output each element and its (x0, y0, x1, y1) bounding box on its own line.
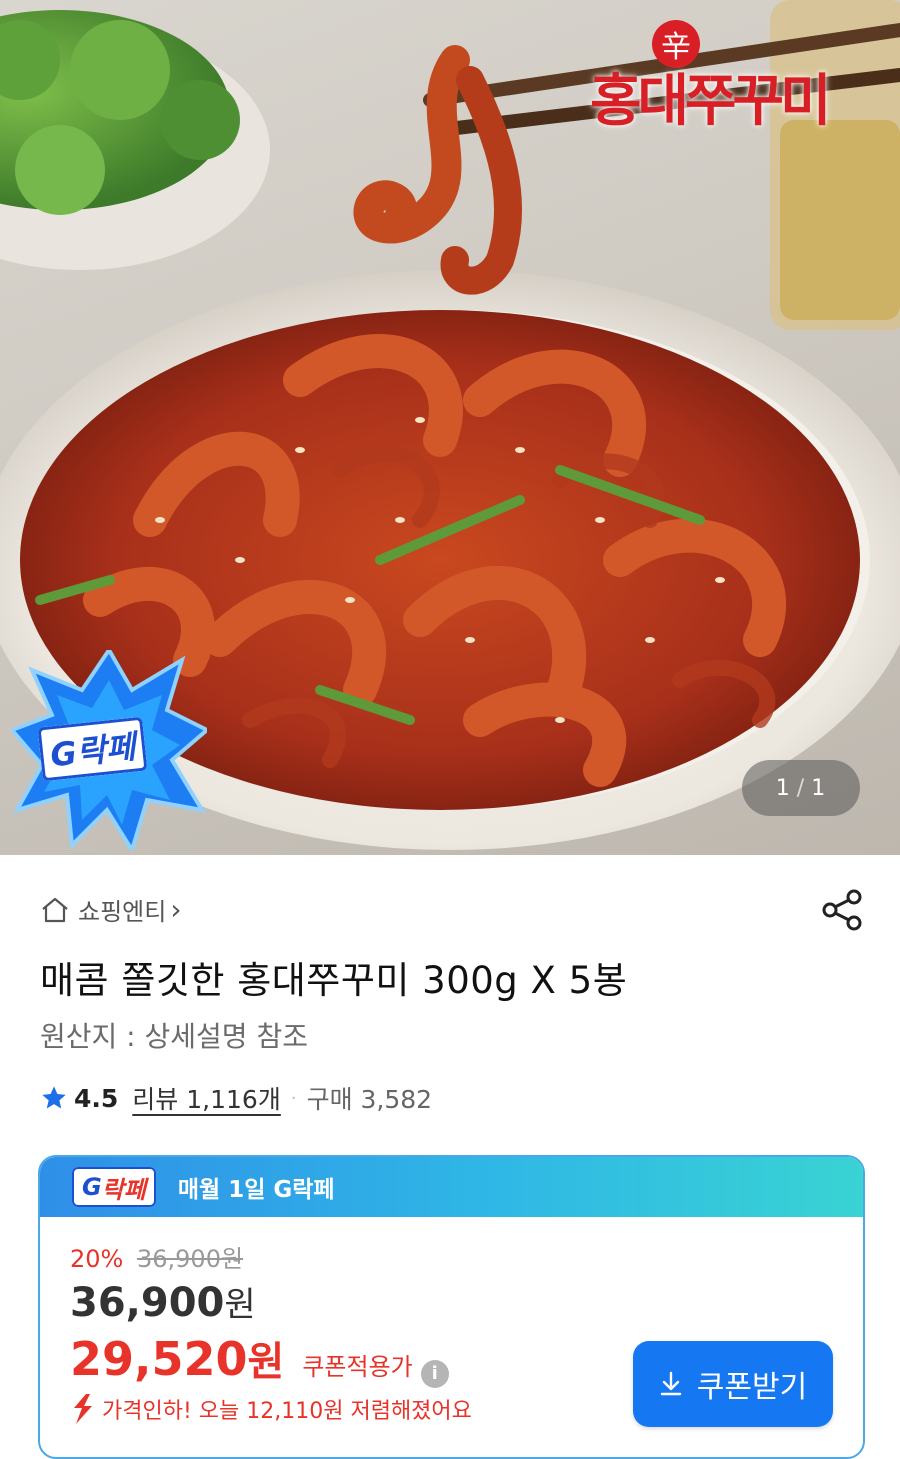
strike-price: 36,900원 (136, 1245, 244, 1273)
original-price-row: 20% 36,900원 (70, 1239, 243, 1274)
counter-total: 1 (811, 775, 827, 801)
coupon-price-label: 쿠폰적용가 (302, 1353, 413, 1381)
review-link[interactable]: 리뷰 1,116개 (132, 1080, 281, 1116)
brand-logo-text: 홍대쭈꾸미 (590, 68, 832, 134)
download-icon (660, 1371, 681, 1396)
home-icon (42, 897, 68, 922)
get-coupon-button[interactable]: 쿠폰받기 (633, 1341, 833, 1427)
chevron-right-icon: › (170, 893, 182, 926)
product-origin: 원산지 : 상세설명 참조 (40, 1020, 308, 1053)
share-icon[interactable] (820, 888, 864, 932)
promo-header-text: 매월 1일 G락페 (177, 1177, 335, 1203)
counter-current: 1 (775, 775, 791, 801)
rating-row: 4.5 리뷰 1,116개 · 구매 3,582 (40, 1080, 432, 1116)
sale-price-unit: 원 (224, 1285, 256, 1325)
counter-separator: / (796, 775, 806, 801)
star-icon (42, 1086, 66, 1109)
promo-sticker-text: G락페 (37, 716, 148, 782)
badge-g: G (82, 1173, 102, 1201)
sale-price-number: 36,900 (70, 1280, 225, 1326)
g-rockfe-badge: G 락페 (72, 1167, 156, 1207)
promo-sticker: G락페 (12, 650, 207, 850)
sale-price: 36,900원 (70, 1277, 256, 1326)
rating-score: 4.5 (74, 1083, 119, 1113)
coupon-price-number: 29,520 (70, 1332, 248, 1386)
image-counter: 1 / 1 (742, 760, 860, 816)
promo-price-card: G 락페 매월 1일 G락페 20% 36,900원 36,900원 29,520… (38, 1155, 865, 1459)
separator-dot: · (290, 1087, 297, 1109)
badge-rest: 락페 (101, 1175, 146, 1204)
shop-link[interactable]: 쇼핑엔티 › (40, 892, 182, 927)
product-image[interactable]: 辛 홍대쭈꾸미 G락페 1 / 1 (0, 0, 900, 855)
info-icon[interactable]: i (420, 1359, 449, 1388)
promo-card-header: G 락페 매월 1일 G락페 (40, 1157, 863, 1217)
shop-name: 쇼핑엔티 (78, 898, 167, 926)
discount-percent: 20% (70, 1245, 124, 1273)
coupon-price-unit: 원 (247, 1339, 285, 1385)
get-coupon-label: 쿠폰받기 (696, 1370, 808, 1405)
purchase-count: 구매 3,582 (306, 1085, 433, 1114)
brand-logo: 辛 홍대쭈꾸미 (590, 8, 870, 158)
price-drop-arrow-icon (74, 1394, 92, 1424)
price-drop-text: 가격인하! 오늘 12,110원 저렴해졌어요 (102, 1399, 472, 1424)
coupon-price-row: 29,520 원 쿠폰적용가 i (70, 1329, 449, 1388)
price-drop-notice: 가격인하! 오늘 12,110원 저렴해졌어요 (70, 1393, 472, 1425)
product-title: 매콤 쫄깃한 홍대쭈꾸미 300g X 5봉 (40, 959, 628, 1002)
